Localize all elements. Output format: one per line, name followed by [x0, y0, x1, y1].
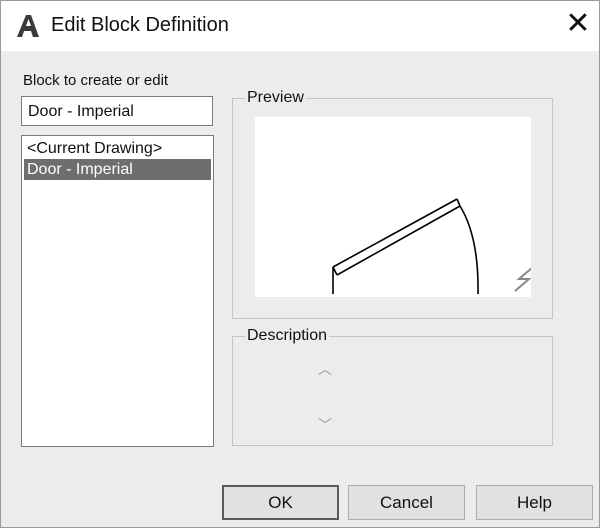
chevron-up-icon[interactable]: ︿: [315, 359, 335, 379]
chevron-down-icon[interactable]: ﹀: [315, 415, 335, 435]
help-button[interactable]: Help: [476, 485, 593, 520]
list-item[interactable]: <Current Drawing>: [24, 138, 211, 159]
edit-block-definition-dialog: Edit Block Definition ✕ Block to create …: [0, 0, 600, 528]
list-item-selected[interactable]: Door - Imperial: [24, 159, 211, 180]
description-group: Description: [232, 327, 553, 446]
block-label: Block to create or edit: [23, 72, 169, 89]
cancel-button[interactable]: Cancel: [348, 485, 465, 520]
autocad-a-icon: [17, 15, 39, 37]
close-icon[interactable]: ✕: [561, 7, 595, 41]
title-bar: Edit Block Definition ✕: [1, 1, 599, 51]
lightning-icon: [514, 266, 534, 292]
preview-canvas: [255, 117, 534, 297]
description-title: Description: [245, 327, 330, 345]
block-list[interactable]: <Current Drawing> Door - Imperial: [21, 135, 214, 447]
preview-title: Preview: [245, 89, 306, 107]
dialog-title: Edit Block Definition: [51, 14, 229, 36]
preview-group: Preview: [232, 89, 553, 319]
ok-button[interactable]: OK: [222, 485, 339, 520]
block-name-input[interactable]: Door - Imperial: [21, 96, 213, 126]
door-preview-drawing: [332, 198, 534, 295]
